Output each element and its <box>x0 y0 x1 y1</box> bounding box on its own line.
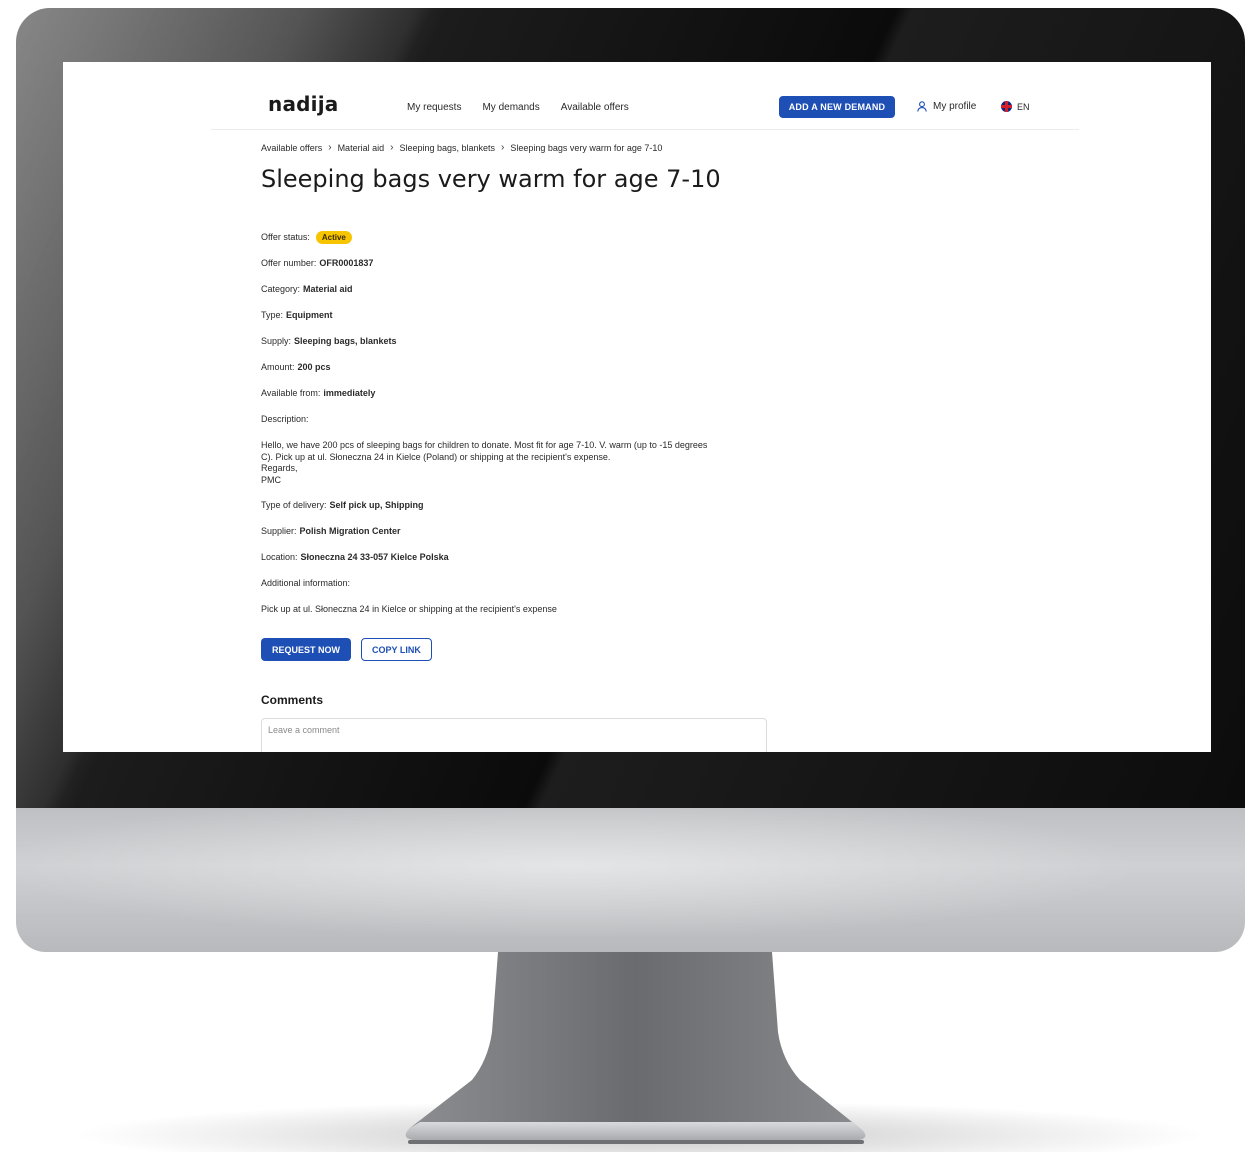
offer-actions: REQUEST NOW COPY LINK <box>261 638 432 661</box>
breadcrumb: Available offers › Material aid › Sleepi… <box>261 142 662 153</box>
breadcrumb-current: Sleeping bags very warm for age 7-10 <box>510 142 663 153</box>
nav-available-offers[interactable]: Available offers <box>561 102 629 113</box>
delivery-label: Type of delivery: <box>261 500 327 510</box>
additional-info-label-row: Additional information: <box>261 570 761 596</box>
monitor-screen: nadija My requests My demands Available … <box>63 62 1211 752</box>
description-text: Hello, we have 200 pcs of sleeping bags … <box>261 432 761 492</box>
description-label-row: Description: <box>261 406 761 432</box>
breadcrumb-material-aid[interactable]: Material aid <box>338 143 385 153</box>
supply-row: Supply: Sleeping bags, blankets <box>261 328 761 354</box>
chevron-right-icon: › <box>328 142 332 153</box>
description-line: Hello, we have 200 pcs of sleeping bags … <box>261 440 708 450</box>
offer-details: Offer status: Active Offer number: OFR00… <box>261 224 761 622</box>
my-profile-link[interactable]: My profile <box>917 101 976 112</box>
supply-value: Sleeping bags, blankets <box>294 336 397 346</box>
amount-value: 200 pcs <box>297 362 331 372</box>
comments-heading: Comments <box>261 693 324 707</box>
type-row: Type: Equipment <box>261 302 761 328</box>
status-badge: Active <box>315 230 352 244</box>
offer-number-row: Offer number: OFR0001837 <box>261 250 761 276</box>
monitor-stand <box>405 952 866 1144</box>
offer-status-row: Offer status: Active <box>261 224 761 250</box>
my-profile-label: My profile <box>933 101 977 112</box>
amount-label: Amount: <box>261 362 295 372</box>
request-now-button[interactable]: REQUEST NOW <box>261 638 352 661</box>
description-label: Description: <box>261 414 309 424</box>
app-page: nadija My requests My demands Available … <box>211 62 1079 752</box>
breadcrumb-available-offers[interactable]: Available offers <box>261 143 322 153</box>
offer-number-label: Offer number: <box>261 258 317 268</box>
nav-my-requests[interactable]: My requests <box>407 102 461 113</box>
type-value: Equipment <box>286 310 333 320</box>
copy-link-button[interactable]: COPY LINK <box>361 638 432 661</box>
comment-input[interactable] <box>261 718 767 752</box>
language-selector[interactable]: EN <box>1001 101 1030 112</box>
language-label: EN <box>1017 101 1030 112</box>
location-value: Słoneczna 24 33-057 Kielce Polska <box>300 552 449 562</box>
type-label: Type: <box>261 310 284 320</box>
nadija-logo[interactable]: nadija <box>268 92 338 116</box>
breadcrumb-sleeping-bags[interactable]: Sleeping bags, blankets <box>399 143 495 153</box>
amount-row: Amount: 200 pcs <box>261 354 761 380</box>
supplier-value: Polish Migration Center <box>299 526 401 536</box>
additional-info-row: Pick up at ul. Słoneczna 24 in Kielce or… <box>261 596 761 622</box>
chevron-right-icon: › <box>390 142 394 153</box>
supplier-label: Supplier: <box>261 526 297 536</box>
available-from-label: Available from: <box>261 388 321 398</box>
chevron-right-icon: › <box>501 142 505 153</box>
available-from-row: Available from: immediately <box>261 380 761 406</box>
category-label: Category: <box>261 284 301 294</box>
description-line: PMC <box>261 474 281 485</box>
available-from-value: immediately <box>323 388 376 398</box>
top-navigation: nadija My requests My demands Available … <box>211 62 1079 130</box>
uk-flag-icon <box>1001 101 1012 112</box>
category-value: Material aid <box>303 284 353 294</box>
location-row: Location: Słoneczna 24 33-057 Kielce Pol… <box>261 544 761 570</box>
delivery-value: Self pick up, Shipping <box>329 500 424 510</box>
location-label: Location: <box>261 552 298 562</box>
monitor-chin-glow <box>16 808 1245 952</box>
delivery-row: Type of delivery: Self pick up, Shipping <box>261 492 761 518</box>
offer-status-label: Offer status: <box>261 232 310 242</box>
description-line: C). Pick up at ul. Słoneczna 24 in Kielc… <box>261 451 611 462</box>
nav-my-demands[interactable]: My demands <box>482 102 539 113</box>
main-nav: My requests My demands Available offers <box>407 102 629 113</box>
user-icon <box>917 101 927 112</box>
description-line: Regards, <box>261 463 298 473</box>
add-new-demand-button[interactable]: ADD A NEW DEMAND <box>779 96 895 118</box>
category-row: Category: Material aid <box>261 276 761 302</box>
additional-info-label: Additional information: <box>261 578 351 588</box>
supply-label: Supply: <box>261 336 292 346</box>
offer-number-value: OFR0001837 <box>319 258 374 268</box>
page-title: Sleeping bags very warm for age 7-10 <box>261 165 721 193</box>
additional-info-value: Pick up at ul. Słoneczna 24 in Kielce or… <box>261 604 557 614</box>
supplier-row: Supplier: Polish Migration Center <box>261 518 761 544</box>
